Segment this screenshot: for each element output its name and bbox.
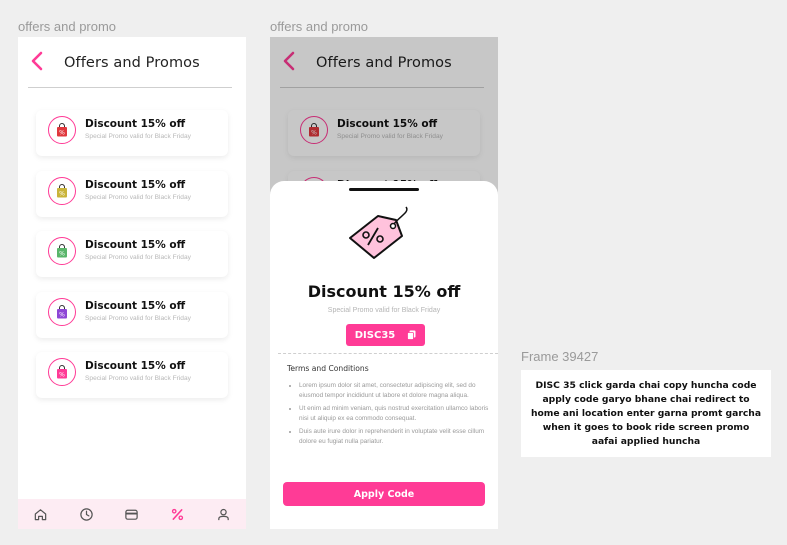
shopping-bag-icon: % — [48, 297, 76, 326]
promo-subtitle: Special Promo valid for Black Friday — [327, 307, 441, 314]
discount-tag-icon — [344, 206, 414, 266]
page-title: Offers and Promos — [64, 55, 200, 71]
promo-subtitle: Special Promo valid for Black Friday — [85, 375, 191, 382]
terms-item: Lorem ipsum dolor sit amet, consectetur … — [299, 381, 489, 400]
promo-code: DISC35 — [354, 329, 396, 341]
offers-screen-with-promo-sheet: Offers and Promos % Discount 15% off Spe… — [270, 37, 498, 529]
promo-title: Discount 15% off — [85, 360, 186, 372]
terms-list: Lorem ipsum dolor sit amet, consectetur … — [290, 381, 489, 450]
promo-card[interactable]: % Discount 15% off Special Promo valid f… — [36, 170, 228, 217]
wallet-icon[interactable] — [124, 506, 140, 522]
copy-icon[interactable] — [407, 330, 416, 340]
bottom-nav — [18, 499, 246, 529]
dashed-divider — [278, 353, 498, 354]
home-icon[interactable] — [33, 506, 49, 522]
shopping-bag-icon: % — [48, 358, 76, 386]
promo-subtitle: Special Promo valid for Black Friday — [85, 314, 191, 322]
apply-code-button[interactable]: Apply Code — [283, 482, 485, 506]
svg-text:%: % — [59, 250, 65, 257]
promo-bottom-sheet: Discount 15% off Special Promo valid for… — [270, 181, 498, 529]
header-divider — [28, 87, 232, 88]
promo-card[interactable]: % Discount 15% off Special Promo valid f… — [36, 231, 228, 277]
svg-text:%: % — [59, 129, 65, 136]
note-frame: DISC 35 click garda chai copy huncha cod… — [521, 370, 771, 457]
promo-title: Discount 15% off — [85, 239, 186, 251]
sheet-drag-handle[interactable] — [349, 188, 419, 191]
header: Offers and Promos — [18, 37, 246, 89]
shopping-bag-icon: % — [48, 237, 76, 265]
terms-title: Terms and Conditions — [287, 364, 369, 373]
frame-label-offers-modal: offers and promo — [270, 19, 369, 34]
promo-subtitle: Special Promo valid for Black Friday — [85, 133, 191, 140]
terms-item: Ut enim ad minim veniam, quis nostrud ex… — [299, 404, 489, 423]
promo-title: Discount 15% off — [85, 299, 186, 312]
promo-title: Discount 15% off — [307, 282, 461, 301]
svg-text:%: % — [59, 371, 65, 378]
shopping-bag-icon: % — [48, 116, 76, 144]
offers-screen: Offers and Promos % Discount 15% off Spe… — [18, 37, 246, 529]
frame-label-offers: offers and promo — [18, 19, 117, 34]
promo-title: Discount 15% off — [85, 118, 186, 130]
promo-title: Discount 15% off — [85, 178, 186, 191]
frame-label-note: Frame 39427 — [521, 349, 599, 364]
promo-card[interactable]: % Discount 15% off Special Promo valid f… — [36, 352, 228, 398]
promo-subtitle: Special Promo valid for Black Friday — [85, 254, 191, 261]
back-arrow-icon[interactable] — [26, 49, 50, 73]
clock-icon[interactable] — [78, 506, 94, 522]
promo-list: % Discount 15% off Special Promo valid f… — [36, 110, 228, 413]
svg-text:%: % — [59, 311, 65, 318]
promo-code-chip[interactable]: DISC35 — [346, 324, 425, 346]
promo-subtitle: Special Promo valid for Black Friday — [85, 193, 191, 201]
promo-card[interactable]: % Discount 15% off Special Promo valid f… — [36, 110, 228, 156]
shopping-bag-icon: % — [48, 176, 76, 205]
promo-card[interactable]: % Discount 15% off Special Promo valid f… — [36, 291, 228, 338]
percent-icon[interactable] — [170, 506, 186, 522]
terms-item: Duis aute irure dolor in reprehenderit i… — [299, 427, 489, 446]
flow-note-text: DISC 35 click garda chai copy huncha cod… — [530, 379, 762, 447]
svg-text:%: % — [59, 190, 65, 197]
profile-icon[interactable] — [215, 506, 231, 522]
